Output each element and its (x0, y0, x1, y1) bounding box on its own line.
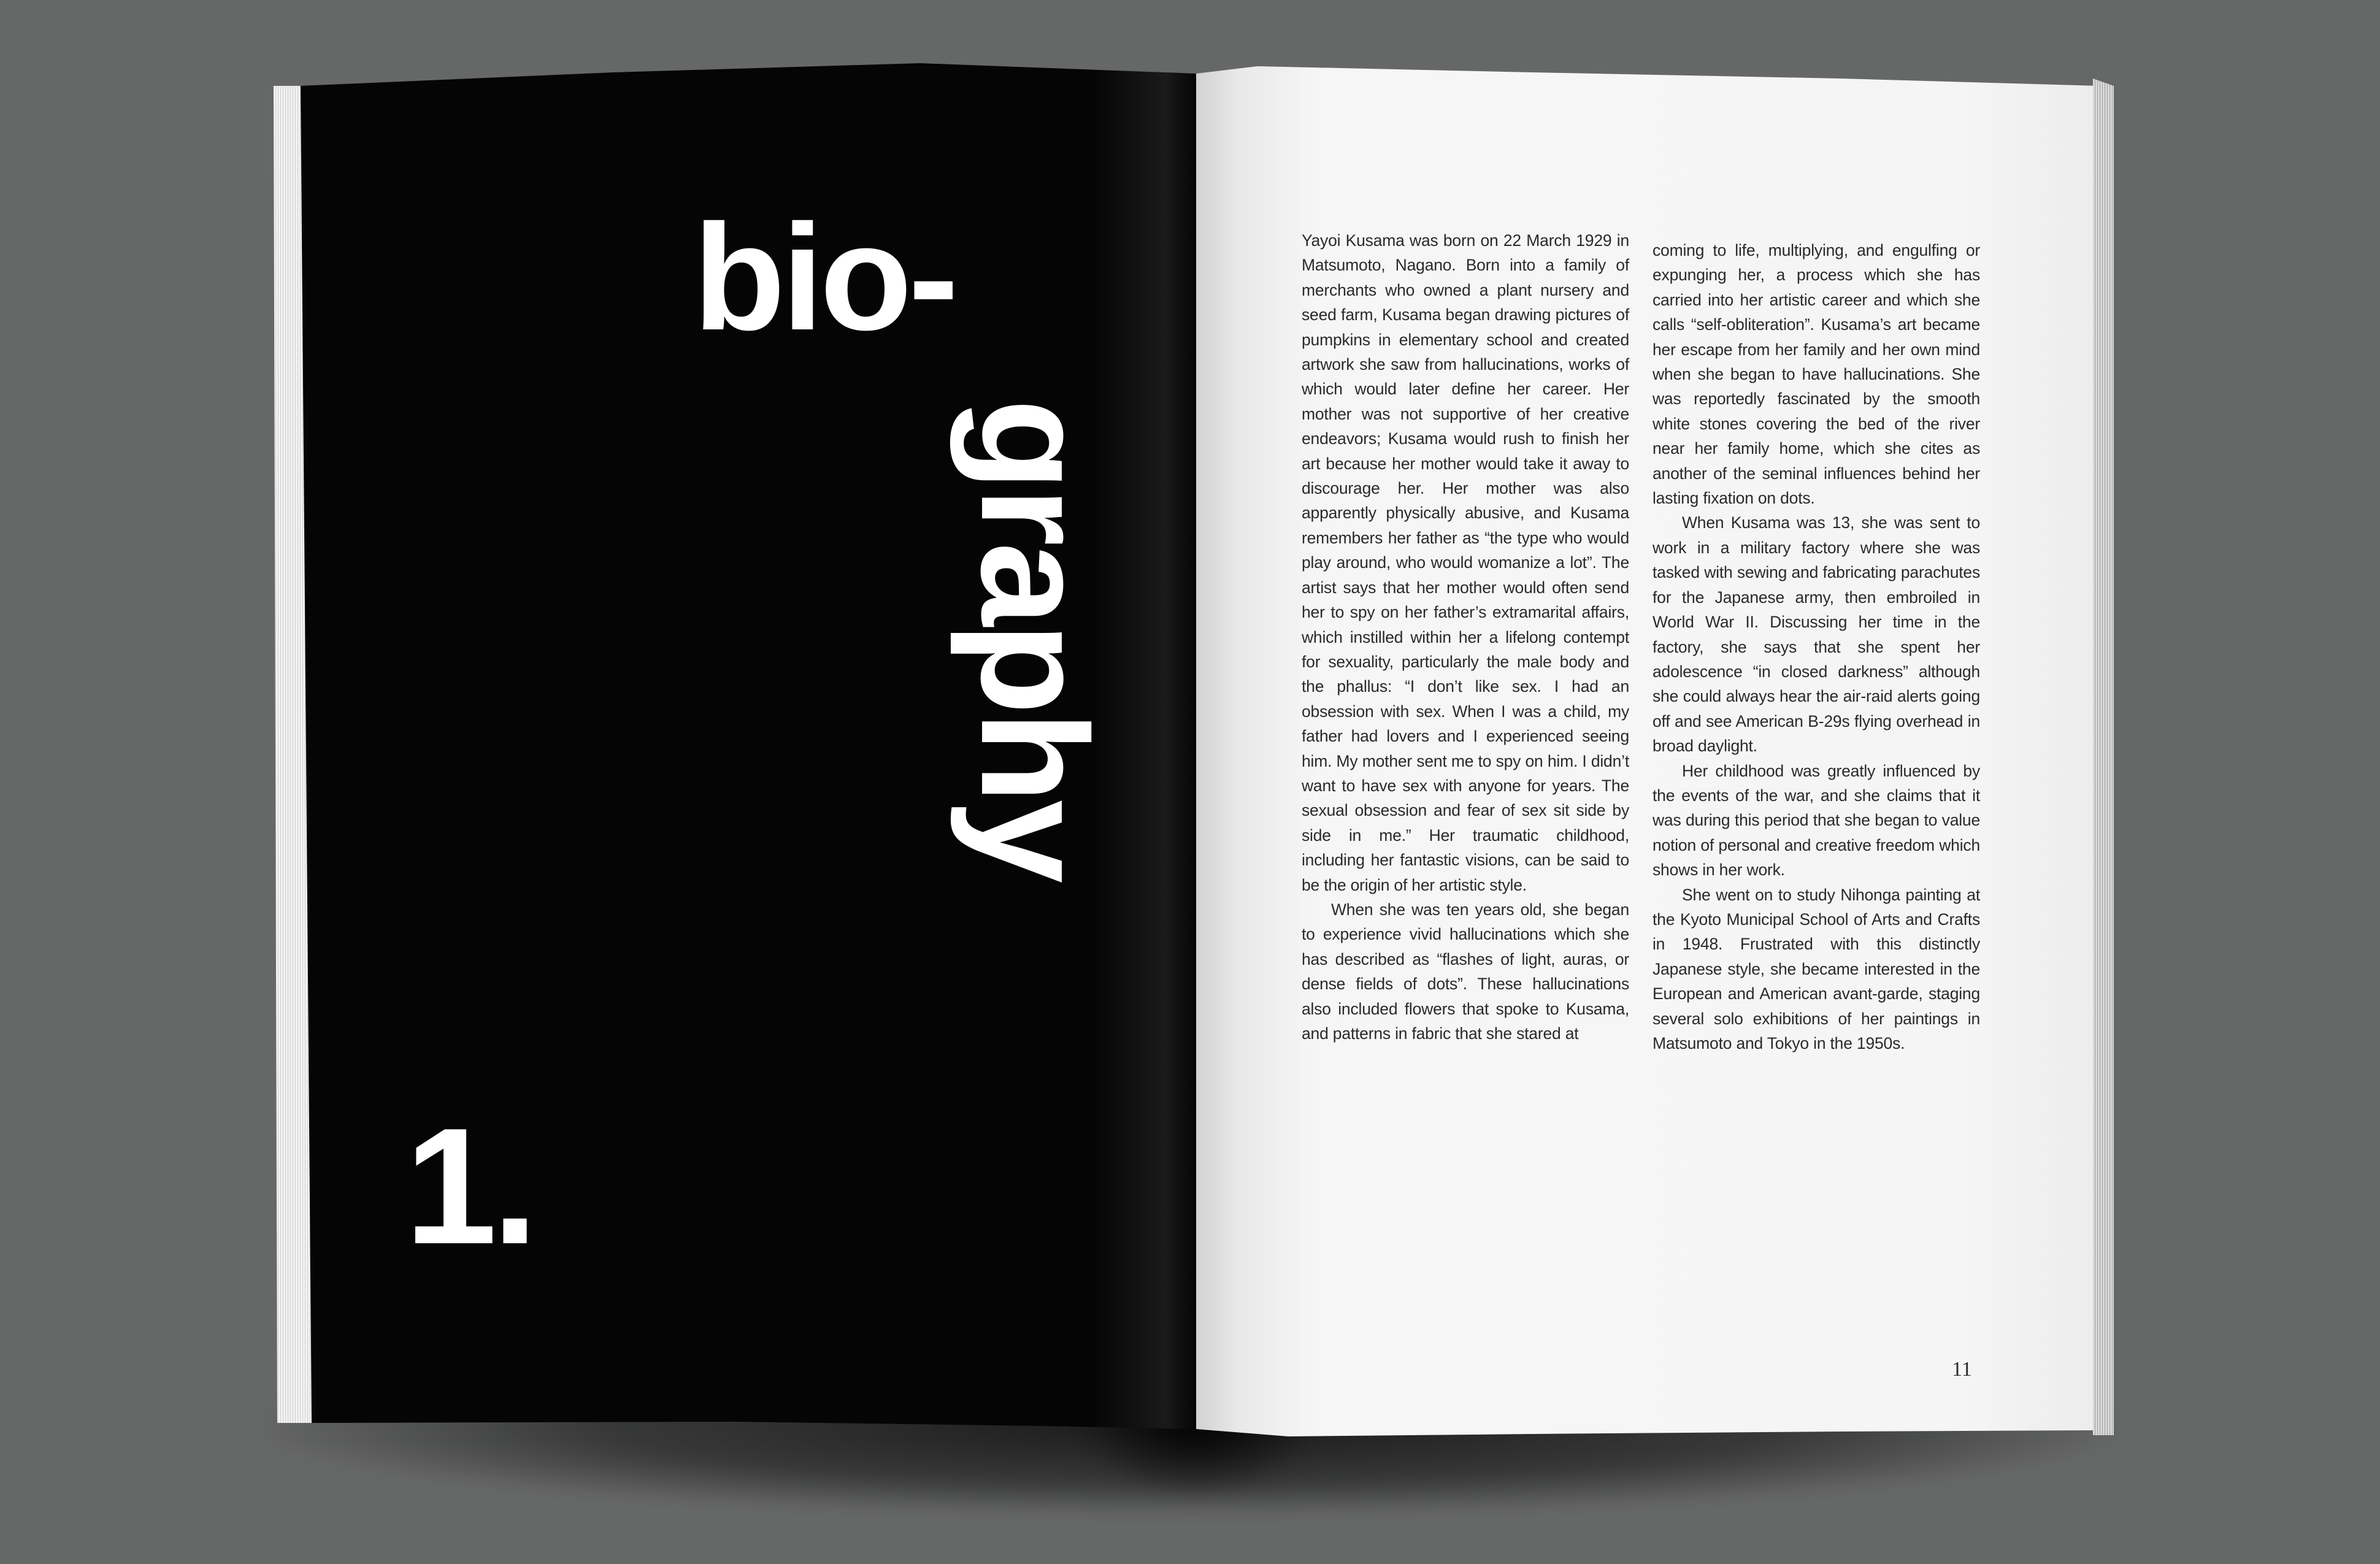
title-graphy-rotated: graphy (950, 399, 1118, 880)
paragraph: Yayoi Kusama was born on 22 March 1929 i… (1302, 231, 1629, 894)
paragraph: Her childhood was greatly influenced by … (1653, 761, 1980, 880)
body-text-column-right: coming to life, multiplying, and engulfi… (1653, 238, 1980, 1056)
page-number: 11 (1952, 1358, 1972, 1381)
title-bio: bio- (693, 193, 959, 362)
paragraph: When she was ten years old, she began to… (1302, 900, 1629, 1043)
right-page-edges (2093, 79, 2114, 1435)
book-spread: bio- graphy 1. Yayoi Kusama was born on … (0, 0, 2380, 1564)
paragraph: coming to life, multiplying, and engulfi… (1653, 241, 1980, 508)
paragraph: When Kusama was 13, she was sent to work… (1653, 513, 1980, 756)
body-text-column-left: Yayoi Kusama was born on 22 March 1929 i… (1302, 228, 1629, 1046)
chapter-number: 1. (405, 1094, 538, 1279)
paragraph: She went on to study Nihonga painting at… (1653, 885, 1980, 1052)
